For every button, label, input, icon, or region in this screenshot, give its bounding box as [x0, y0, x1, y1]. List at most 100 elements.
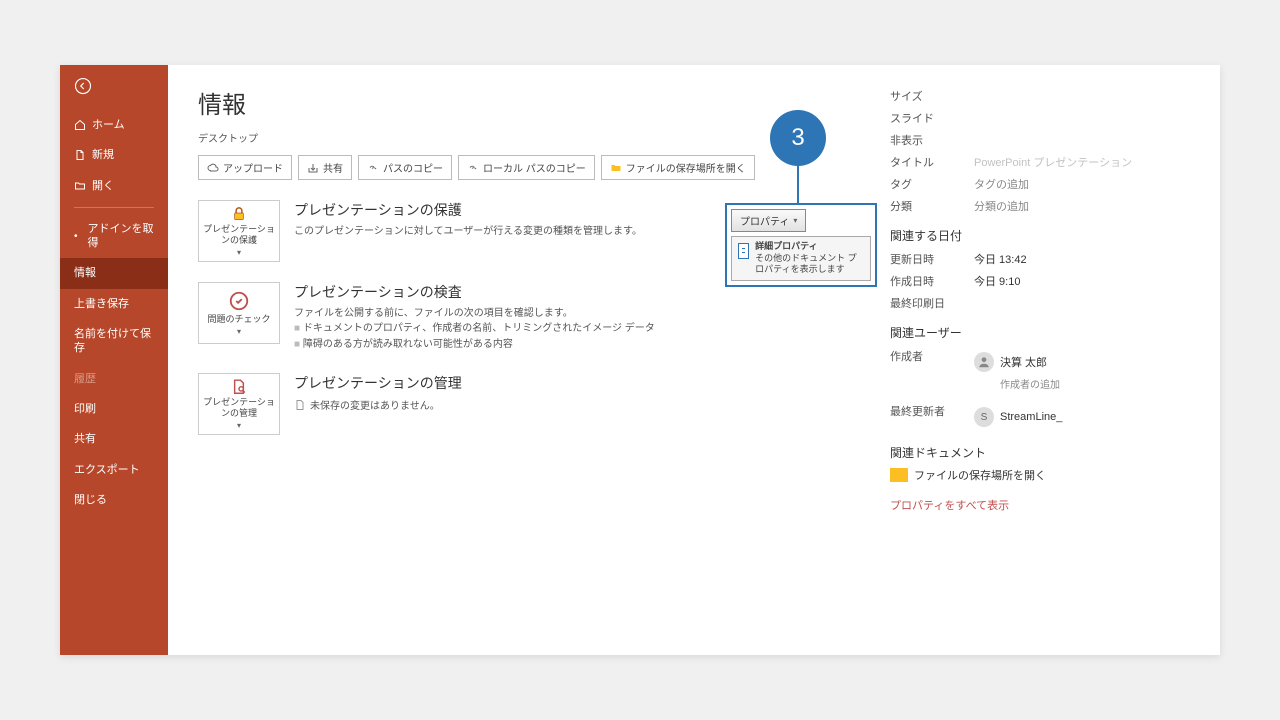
sidebar-label-share: 共有	[74, 432, 96, 446]
main-area: 情報 デスクトップ アップロード 共有 パスのコピー ローカル パスのコピー フ…	[168, 65, 1220, 655]
home-icon	[74, 119, 86, 131]
avatar-icon	[974, 352, 994, 372]
check-issues-icon	[228, 290, 250, 312]
protect-tile[interactable]: プレゼンテーションの保護▾	[198, 200, 280, 262]
properties-icon	[738, 243, 749, 259]
new-icon	[74, 149, 86, 161]
info-left-column: 情報 デスクトップ アップロード 共有 パスのコピー ローカル パスのコピー フ…	[198, 85, 850, 635]
sidebar-item-info[interactable]: 情報	[60, 258, 168, 288]
prop-label-hidden: 非表示	[890, 132, 974, 148]
upload-button[interactable]: アップロード	[198, 155, 292, 180]
sidebar-item-saveas[interactable]: 名前を付けて保存	[60, 319, 168, 364]
sidebar-label-info: 情報	[74, 266, 96, 280]
related-docs-header: 関連ドキュメント	[890, 444, 1190, 461]
chevron-down-icon: ▾	[237, 327, 241, 336]
properties-dropdown-menu: 詳細プロパティ その他のドキュメント プロパティを表示します	[731, 236, 871, 281]
sidebar-label-export: エクスポート	[74, 463, 140, 477]
sidebar-label-history: 履歴	[74, 372, 96, 386]
lastmod-name: StreamLine_	[1000, 411, 1062, 423]
prop-label-size: サイズ	[890, 88, 974, 104]
link-icon	[467, 162, 479, 174]
prop-label-category: 分類	[890, 198, 974, 214]
open-file-location[interactable]: ファイルの保存場所を開く	[890, 467, 1190, 483]
sidebar-item-save[interactable]: 上書き保存	[60, 289, 168, 319]
sidebar-item-close[interactable]: 閉じる	[60, 485, 168, 515]
backstage-sidebar: ホーム 新規 開く アドインを取得 情報 上書き保存 名前を付けて保存 履歴 印…	[60, 65, 168, 655]
folder-icon	[890, 468, 908, 482]
author-name: 決算 太郎	[1000, 354, 1047, 370]
inspect-section: 問題のチェック▾ プレゼンテーションの検査 ファイルを公開する前に、ファイルの次…	[198, 282, 850, 353]
open-location-button[interactable]: ファイルの保存場所を開く	[601, 155, 755, 180]
sidebar-label-home: ホーム	[92, 118, 125, 132]
link-icon	[367, 162, 379, 174]
prop-label-created: 作成日時	[890, 273, 974, 289]
author-row[interactable]: 決算 太郎	[974, 352, 1060, 372]
lastmod-row[interactable]: S StreamLine_	[974, 407, 1062, 427]
manage-title: プレゼンテーションの管理	[294, 373, 850, 393]
sidebar-label-new: 新規	[92, 148, 114, 162]
share-button[interactable]: 共有	[298, 155, 352, 180]
document-icon	[294, 399, 306, 411]
prop-val-category[interactable]: 分類の追加	[974, 198, 1029, 214]
inspect-bullet-1: ドキュメントのプロパティ、作成者の名前、トリミングされたイメージ データ	[294, 321, 850, 337]
manage-tile[interactable]: プレゼンテーションの管理▾	[198, 373, 280, 435]
inspect-tile[interactable]: 問題のチェック▾	[198, 282, 280, 344]
sidebar-item-export[interactable]: エクスポート	[60, 455, 168, 485]
sidebar-label-save: 上書き保存	[74, 297, 129, 311]
sidebar-label-close: 閉じる	[74, 493, 107, 507]
manage-icon	[228, 378, 250, 395]
chevron-down-icon: ▾	[237, 421, 241, 430]
inspect-bullet-2: 障碍のある方が読み取れない可能性がある内容	[294, 337, 850, 353]
prop-label-author: 作成者	[890, 348, 974, 391]
chevron-down-icon: ▾	[237, 248, 241, 257]
prop-label-lastmod: 最終更新者	[890, 403, 974, 431]
prop-label-modified: 更新日時	[890, 251, 974, 267]
advanced-properties-item[interactable]: 詳細プロパティ その他のドキュメント プロパティを表示します	[755, 241, 864, 276]
cloud-upload-icon	[207, 162, 219, 174]
share-icon	[307, 162, 319, 174]
inspect-desc: ファイルを公開する前に、ファイルの次の項目を確認します。	[294, 306, 850, 321]
sidebar-label-addin: アドインを取得	[88, 222, 154, 251]
step-badge-3: 3	[770, 110, 826, 166]
avatar-initial: S	[974, 407, 994, 427]
prop-val-title: PowerPoint プレゼンテーション	[974, 154, 1132, 170]
properties-callout: プロパティ ▾ 詳細プロパティ その他のドキュメント プロパティを表示します	[725, 203, 877, 287]
properties-column: サイズ スライド 非表示 タイトルPowerPoint プレゼンテーション タグ…	[890, 85, 1190, 635]
sidebar-label-saveas: 名前を付けて保存	[74, 327, 154, 356]
lock-icon	[228, 205, 250, 222]
copy-path-button[interactable]: パスのコピー	[358, 155, 452, 180]
page-title: 情報	[198, 85, 850, 120]
step-connector-line	[797, 166, 799, 204]
prop-label-tags: タグ	[890, 176, 974, 192]
prop-label-title: タイトル	[890, 154, 974, 170]
related-dates-header: 関連する日付	[890, 227, 1190, 244]
sidebar-item-history: 履歴	[60, 364, 168, 394]
chevron-down-icon: ▾	[793, 216, 797, 225]
related-users-header: 関連ユーザー	[890, 324, 1190, 341]
add-author[interactable]: 作成者の追加	[1000, 376, 1060, 391]
file-location: デスクトップ	[198, 130, 850, 145]
backstage-window: ホーム 新規 開く アドインを取得 情報 上書き保存 名前を付けて保存 履歴 印…	[60, 65, 1220, 655]
prop-val-modified: 今日 13:42	[974, 251, 1027, 267]
open-icon	[74, 180, 86, 192]
prop-val-tags[interactable]: タグの追加	[974, 176, 1029, 192]
sidebar-item-addin[interactable]: アドインを取得	[60, 214, 168, 259]
manage-none: 未保存の変更はありません。	[294, 397, 850, 412]
properties-dropdown-button[interactable]: プロパティ ▾	[731, 209, 806, 232]
prop-val-created: 今日 9:10	[974, 273, 1020, 289]
copy-local-path-button[interactable]: ローカル パスのコピー	[458, 155, 595, 180]
sidebar-item-share[interactable]: 共有	[60, 424, 168, 454]
prop-label-printed: 最終印刷日	[890, 295, 974, 311]
sidebar-item-print[interactable]: 印刷	[60, 394, 168, 424]
folder-icon	[610, 162, 622, 174]
action-button-row: アップロード 共有 パスのコピー ローカル パスのコピー ファイルの保存場所を開…	[198, 155, 850, 180]
sidebar-item-home[interactable]: ホーム	[60, 110, 168, 140]
sidebar-label-print: 印刷	[74, 402, 96, 416]
back-button[interactable]	[60, 65, 168, 110]
show-all-properties[interactable]: プロパティをすべて表示	[890, 497, 1190, 513]
prop-label-slides: スライド	[890, 110, 974, 126]
manage-section: プレゼンテーションの管理▾ プレゼンテーションの管理 未保存の変更はありません。	[198, 373, 850, 435]
sidebar-item-open[interactable]: 開く	[60, 171, 168, 201]
sidebar-label-open: 開く	[92, 179, 114, 193]
sidebar-item-new[interactable]: 新規	[60, 140, 168, 170]
